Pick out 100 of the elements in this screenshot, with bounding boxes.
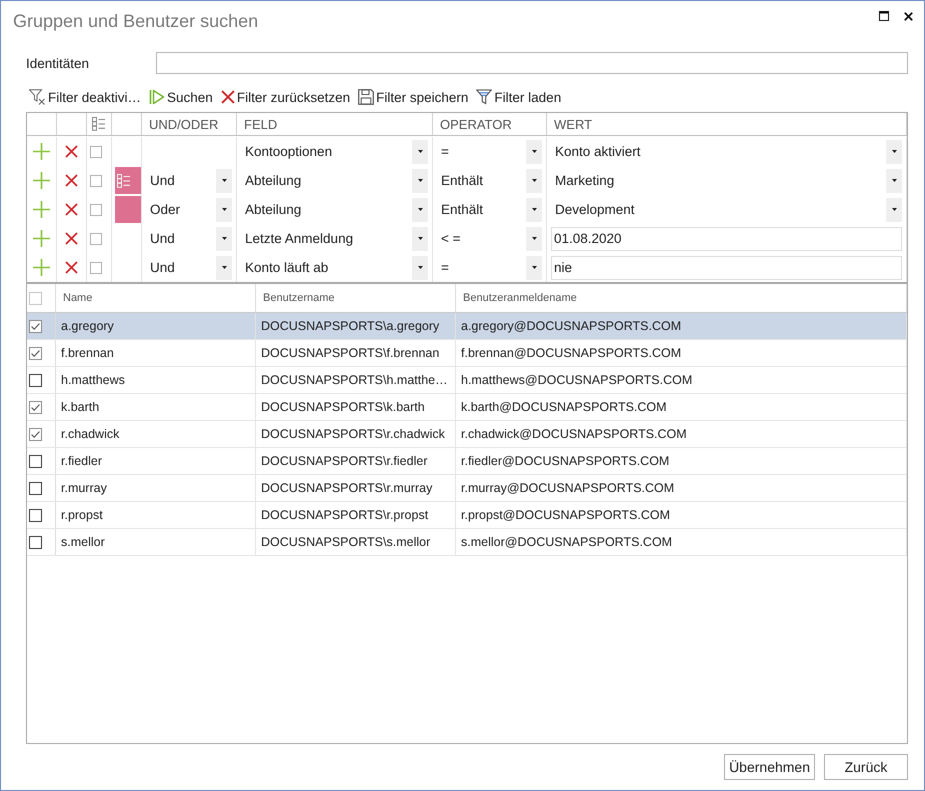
- condition-value[interactable]: Development: [547, 202, 886, 217]
- table-cell: s.mellor: [56, 529, 256, 555]
- x-mark-icon[interactable]: [65, 203, 78, 216]
- dropdown-button[interactable]: [216, 198, 232, 222]
- table-cell: a.gregory: [56, 313, 256, 339]
- dropdown-button[interactable]: [886, 140, 902, 164]
- condition-value[interactable]: Konto aktiviert: [547, 144, 886, 159]
- plus-icon[interactable]: [33, 259, 50, 276]
- operator-value[interactable]: Enthält: [433, 173, 526, 188]
- dropdown-button[interactable]: [886, 168, 902, 192]
- dropdown-button[interactable]: [526, 256, 542, 280]
- table-row[interactable]: r.chadwick DOCUSNAPSPORTS\r.chadwick r.chadwick@DOCUSNAPSPORTS.COM: [27, 421, 907, 448]
- table-cell: DOCUSNAPSPORTS\r.fiedler: [256, 448, 456, 474]
- operator-value[interactable]: =: [433, 260, 526, 275]
- row-checkbox[interactable]: [90, 174, 102, 186]
- plus-icon[interactable]: [33, 143, 50, 160]
- back-button[interactable]: Zurück: [824, 754, 908, 780]
- close-icon[interactable]: [904, 12, 913, 20]
- dropdown-button[interactable]: [526, 198, 542, 222]
- search-button[interactable]: Suchen: [149, 89, 213, 105]
- maximize-icon[interactable]: [879, 11, 889, 21]
- table-row[interactable]: r.murray DOCUSNAPSPORTS\r.murray r.murray@DOCUSNAPSPORTS.COM: [27, 475, 907, 502]
- field-value[interactable]: Kontooptionen: [237, 144, 412, 159]
- table-cell: r.fiedler: [56, 448, 256, 474]
- row-checkbox[interactable]: [90, 232, 102, 244]
- caret-icon: [418, 179, 422, 182]
- dropdown-button[interactable]: [216, 168, 232, 192]
- group-marker: [115, 196, 141, 223]
- disable-filter-button[interactable]: Filter deaktivi…: [29, 89, 142, 105]
- dropdown-button[interactable]: [412, 140, 428, 164]
- dropdown-button[interactable]: [216, 226, 232, 250]
- caret-icon: [222, 208, 226, 211]
- x-mark-icon[interactable]: [65, 261, 78, 274]
- row-checkbox[interactable]: [29, 374, 42, 386]
- table-cell: a.gregory@DOCUSNAPSPORTS.COM: [456, 313, 907, 339]
- row-checkbox[interactable]: [90, 204, 102, 216]
- row-checkbox[interactable]: [29, 482, 42, 494]
- list-icon: [117, 174, 130, 188]
- row-checkbox[interactable]: [29, 428, 42, 440]
- table-cell: k.barth@DOCUSNAPSPORTS.COM: [456, 394, 907, 420]
- caret-icon: [418, 150, 422, 153]
- table-row[interactable]: f.brennan DOCUSNAPSPORTS\f.brennan f.brennan@DOCUSNAPSPORTS.COM: [27, 340, 907, 367]
- logic-value[interactable]: Und: [142, 173, 216, 188]
- dropdown-button[interactable]: [412, 198, 428, 222]
- dropdown-button[interactable]: [412, 226, 428, 250]
- operator-value[interactable]: < =: [433, 231, 526, 246]
- plus-icon[interactable]: [33, 230, 50, 247]
- dropdown-button[interactable]: [412, 168, 428, 192]
- table-cell: k.barth: [56, 394, 256, 420]
- x-mark-icon[interactable]: [65, 145, 78, 158]
- table-cell: s.mellor@DOCUSNAPSPORTS.COM: [456, 529, 907, 555]
- table-row[interactable]: h.matthews DOCUSNAPSPORTS\h.matthe… h.matthews@DOCUSNAPSPORTS.COM: [27, 367, 907, 394]
- dropdown-button[interactable]: [412, 256, 428, 280]
- caret-icon: [418, 208, 422, 211]
- row-checkbox[interactable]: [29, 400, 42, 414]
- row-checkbox[interactable]: [90, 146, 102, 158]
- row-checkbox[interactable]: [29, 320, 42, 332]
- value-field[interactable]: nie: [551, 256, 902, 280]
- table-row[interactable]: r.propst DOCUSNAPSPORTS\r.propst r.propst@DOCUSNAPSPORTS.COM: [27, 502, 907, 529]
- logic-value[interactable]: Oder: [142, 202, 216, 217]
- caret-icon: [892, 150, 896, 153]
- row-checkbox[interactable]: [29, 454, 42, 468]
- identities-field[interactable]: [156, 52, 908, 74]
- operator-value[interactable]: =: [433, 144, 526, 159]
- dropdown-button[interactable]: [216, 256, 232, 280]
- table-row[interactable]: k.barth DOCUSNAPSPORTS\k.barth k.barth@DOCUSNAPSPORTS.COM: [27, 394, 907, 421]
- save-filter-button[interactable]: Filter speichern: [358, 89, 468, 105]
- dropdown-button[interactable]: [526, 168, 542, 192]
- row-checkbox[interactable]: [90, 262, 102, 274]
- logic-value[interactable]: Und: [142, 260, 216, 275]
- value-field[interactable]: 01.08.2020: [551, 226, 902, 250]
- row-checkbox[interactable]: [29, 536, 42, 548]
- field-value[interactable]: Abteilung: [237, 202, 412, 217]
- logic-value[interactable]: Und: [142, 231, 216, 246]
- table-row[interactable]: r.fiedler DOCUSNAPSPORTS\r.fiedler r.fiedler@DOCUSNAPSPORTS.COM: [27, 448, 907, 475]
- field-value[interactable]: Abteilung: [237, 173, 412, 188]
- table-row[interactable]: a.gregory DOCUSNAPSPORTS\a.gregory a.gregory@DOCUSNAPSPORTS.COM: [27, 313, 907, 340]
- dropdown-button[interactable]: [526, 226, 542, 250]
- row-checkbox[interactable]: [29, 508, 42, 522]
- x-mark-icon[interactable]: [65, 232, 78, 245]
- table-cell: DOCUSNAPSPORTS\s.mellor: [256, 529, 456, 555]
- load-filter-button[interactable]: Filter laden: [476, 89, 562, 105]
- dropdown-button[interactable]: [526, 140, 542, 164]
- select-all-checkbox[interactable]: [29, 292, 42, 304]
- apply-button[interactable]: Übernehmen: [724, 754, 815, 780]
- field-value[interactable]: Konto läuft ab: [237, 260, 412, 275]
- table-row[interactable]: s.mellor DOCUSNAPSPORTS\s.mellor s.mellor@DOCUSNAPSPORTS.COM: [27, 529, 907, 556]
- row-checkbox[interactable]: [29, 346, 42, 360]
- caret-icon: [418, 266, 422, 269]
- plus-icon[interactable]: [33, 172, 50, 189]
- field-value[interactable]: Letzte Anmeldung: [237, 231, 412, 246]
- operator-value[interactable]: Enthält: [433, 202, 526, 217]
- x-mark-icon[interactable]: [65, 174, 78, 187]
- column-header: Benutzername: [256, 284, 456, 312]
- column-header: Benutzeranmeldename: [456, 284, 907, 312]
- plus-icon[interactable]: [33, 201, 50, 218]
- dropdown-button[interactable]: [886, 198, 902, 222]
- reset-filter-button[interactable]: Filter zurücksetzen: [220, 90, 350, 104]
- condition-value[interactable]: Marketing: [547, 173, 886, 188]
- caret-icon: [892, 179, 896, 182]
